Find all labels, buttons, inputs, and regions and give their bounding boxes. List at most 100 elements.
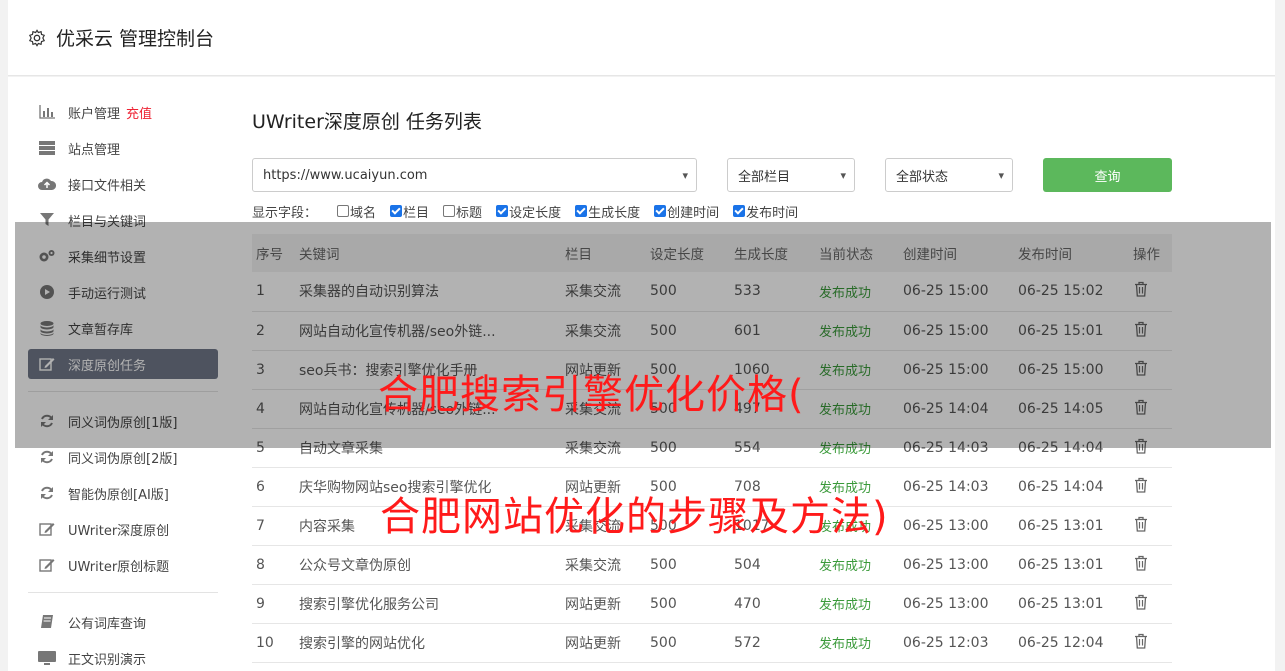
cell-published: 06-25 13:01 [1018,506,1133,546]
trash-icon[interactable] [1133,633,1149,649]
cell-created: 06-25 13:00 [903,545,1018,585]
edit-icon [38,521,56,537]
top-bar: 优采云 管理控制台 [8,0,1275,76]
field-checkbox-label: 设定长度 [509,205,562,221]
sidebar-item-label: 正文识别演示 [68,652,147,668]
field-checkbox[interactable]: 生成长度 [575,202,640,221]
checkbox-box[interactable] [654,205,667,217]
field-checkbox-label: 发布时间 [746,205,799,221]
sidebar-divider [28,592,218,593]
sidebar-item-account[interactable]: 账户管理 充值 [28,97,218,127]
cell-created: 06-25 14:03 [903,467,1018,507]
field-checkbox-list: 域名 栏目 标题 设定长度 生成长度 创建时间 发布时间 [337,202,812,221]
sidebar-item-label: 接口文件相关 [68,178,147,194]
chevron-down-icon: ▾ [840,168,846,182]
refresh-icon [38,449,56,465]
checkbox-box[interactable] [496,205,509,217]
table-row: 10 搜索引擎的网站优化 网站更新 500 572 发布成功 06-25 12:03 06-2… [252,623,1172,663]
cell-gen-length: 470 [734,584,819,624]
query-button[interactable]: 查询 [1043,158,1172,192]
field-checkbox[interactable]: 创建时间 [654,202,719,221]
book-icon [38,614,56,630]
sidebar-item-text-recognition[interactable]: 正文识别演示 [28,643,218,671]
trash-icon[interactable] [1133,516,1149,532]
bar-chart-icon [38,104,56,120]
table-row: 9 搜索引擎优化服务公司 网站更新 500 470 发布成功 06-25 13:00 06-2… [252,584,1172,624]
cell-status: 发布成功 [819,584,903,624]
cell-index: 9 [252,584,299,624]
checkbox-box[interactable] [337,205,350,217]
cell-gen-length: 504 [734,545,819,585]
cell-published: 06-25 12:04 [1018,623,1133,663]
display-fields: 显示字段： 域名 栏目 标题 设定长度 生成长度 创建时间 发布时间 [252,202,1172,221]
field-checkbox[interactable]: 设定长度 [496,202,561,221]
refresh-icon [38,485,56,501]
overlay-text-line2: 合肥网站优化的步骤及方法) [380,494,889,540]
filter-bar: https://www.ucaiyun.com ▾ 全部栏目 ▾ 全部状态 ▾ … [252,158,1172,192]
sidebar-item-sites[interactable]: 站点管理 [28,133,218,163]
cell-keyword: 搜索引擎优化服务公司 [299,584,565,624]
field-checkbox[interactable]: 标题 [443,202,482,221]
cell-status: 发布成功 [819,545,903,585]
checkbox-box[interactable] [443,205,456,217]
sidebar-item-interface[interactable]: 接口文件相关 [28,169,218,199]
gear-icon [28,28,46,47]
column-select[interactable]: 全部栏目 ▾ [727,158,855,192]
cell-gen-length: 572 [734,623,819,663]
table-row: 8 公众号文章伪原创 采集交流 500 504 发布成功 06-25 13:00 06-25 … [252,545,1172,585]
cell-index: 8 [252,545,299,585]
cell-keyword: 公众号文章伪原创 [299,545,565,585]
recharge-link[interactable]: 充值 [126,103,152,122]
checkbox-box[interactable] [575,205,588,217]
field-checkbox-label: 标题 [456,205,483,221]
sidebar-item-label: 站点管理 [68,142,121,158]
cell-index: 6 [252,467,299,507]
field-checkbox[interactable]: 域名 [337,202,376,221]
cell-published: 06-25 13:01 [1018,545,1133,585]
sidebar-item-label: 公有词库查询 [68,616,147,632]
cell-created: 06-25 13:00 [903,506,1018,546]
checkbox-box[interactable] [733,205,746,217]
cell-created: 06-25 12:03 [903,623,1018,663]
field-checkbox-label: 生成长度 [588,205,641,221]
page-title: UWriter深度原创 任务列表 [252,111,482,133]
display-fields-label: 显示字段： [252,205,318,221]
cell-column: 网站更新 [565,623,650,663]
cell-created: 06-25 13:00 [903,584,1018,624]
sidebar-item-ai-spin[interactable]: 智能伪原创[AI版] [28,478,218,508]
trash-icon[interactable] [1133,555,1149,571]
chevron-down-icon: ▾ [998,168,1004,182]
checkbox-box[interactable] [390,205,403,217]
site-select[interactable]: https://www.ucaiyun.com ▾ [252,158,697,192]
cell-keyword: 搜索引擎的网站优化 [299,623,565,663]
status-select-value: 全部状态 [896,169,949,185]
cloud-upload-icon [38,176,56,192]
cell-action [1133,545,1172,585]
sidebar-item-label: 智能伪原创[AI版] [68,487,169,503]
field-checkbox[interactable]: 栏目 [390,202,429,221]
cell-set-length: 500 [650,584,734,624]
sidebar-item-label: 同义词伪原创[2版] [68,451,178,467]
cell-set-length: 500 [650,623,734,663]
cell-action [1133,623,1172,663]
sidebar-item-uwriter-title[interactable]: UWriter原创标题 [28,550,218,580]
monitor-icon [38,650,56,666]
trash-icon[interactable] [1133,594,1149,610]
sidebar-item-label: UWriter深度原创 [68,523,170,539]
cell-action [1133,467,1172,507]
trash-icon[interactable] [1133,477,1149,493]
sidebar-item-label: UWriter原创标题 [68,559,170,575]
site-select-value: https://www.ucaiyun.com [263,167,428,183]
cell-action [1133,506,1172,546]
field-checkbox-label: 栏目 [403,205,430,221]
edit-icon [38,557,56,573]
sidebar-item-public-lexicon[interactable]: 公有词库查询 [28,607,218,637]
field-checkbox-label: 创建时间 [667,205,720,221]
field-checkbox[interactable]: 发布时间 [733,202,798,221]
chevron-down-icon: ▾ [682,168,688,182]
status-select[interactable]: 全部状态 ▾ [885,158,1013,192]
sidebar-item-uwriter-deep[interactable]: UWriter深度原创 [28,514,218,544]
cell-action [1133,584,1172,624]
cell-column: 采集交流 [565,545,650,585]
cell-column: 网站更新 [565,584,650,624]
